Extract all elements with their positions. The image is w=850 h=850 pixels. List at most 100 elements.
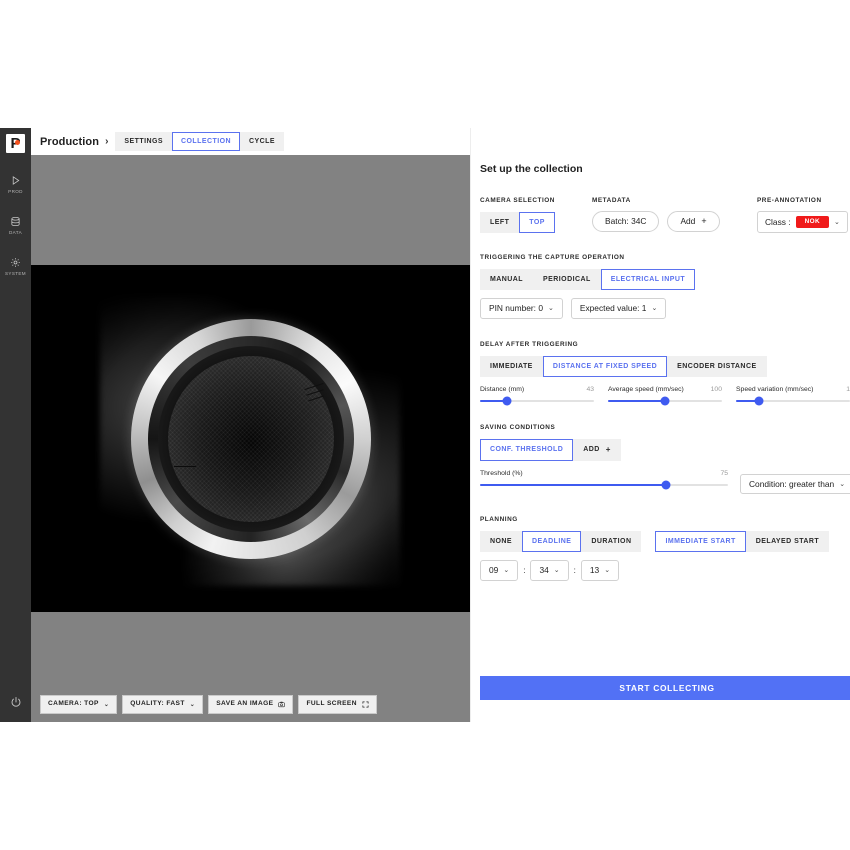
- delay-option-distance-at-fixed-speed[interactable]: DISTANCE AT FIXED SPEED: [543, 356, 667, 377]
- breadcrumb: Production: [40, 136, 99, 148]
- start-collecting-button[interactable]: START COLLECTING: [480, 676, 850, 700]
- pin-number-select[interactable]: PIN number: 0 ⌄: [480, 298, 563, 318]
- speed-variation-slider[interactable]: Speed variation (mm/sec) 1: [736, 386, 850, 402]
- camera-select-button[interactable]: CAMERA: TOP ⌄: [40, 695, 117, 714]
- chevron-down-icon: ⌄: [604, 567, 610, 574]
- metadata-add-label: Add: [680, 217, 695, 225]
- top-bar: Production › SETTINGS COLLECTION CYCLE: [31, 128, 470, 155]
- application-window: P PROD DATA: [0, 128, 850, 722]
- planning-option-none[interactable]: NONE: [480, 531, 522, 552]
- camera-selection-label: CAMERA SELECTION: [480, 197, 592, 204]
- metadata-batch-chip[interactable]: Batch: 34C: [592, 211, 659, 232]
- sidebar-item-prod-label: PROD: [8, 189, 23, 194]
- power-icon: [10, 696, 22, 708]
- left-nav-rail: P PROD DATA: [0, 128, 31, 722]
- delay-group: DELAY AFTER TRIGGERING IMMEDIATE DISTANC…: [480, 341, 850, 402]
- threshold-slider-knob[interactable]: [662, 480, 671, 489]
- logo-dot-icon: [15, 140, 20, 145]
- power-button[interactable]: [0, 696, 31, 708]
- sidebar-item-data-label: DATA: [9, 230, 22, 235]
- time-separator-2: :: [574, 566, 576, 575]
- trigger-option-manual[interactable]: MANUAL: [480, 269, 533, 290]
- camera-selection-group: CAMERA SELECTION LEFT TOP: [480, 197, 592, 233]
- metadata-label: METADATA: [592, 197, 757, 204]
- condition-select[interactable]: Condition: greater than ⌄: [740, 474, 850, 494]
- trigger-option-periodical[interactable]: PERIODICAL: [533, 269, 601, 290]
- camera-live-view[interactable]: CAMERA: TOP ⌄ QUALITY: FAST ⌄ SAVE AN IM…: [31, 155, 470, 722]
- saving-add-label: ADD: [583, 446, 600, 453]
- distance-slider-value: 43: [586, 386, 594, 393]
- page-title: Set up the collection: [480, 163, 850, 175]
- chevron-down-icon: ⌄: [834, 219, 840, 226]
- sidebar-item-system[interactable]: SYSTEM: [0, 257, 31, 276]
- planning-start-options: IMMEDIATE START DELAYED START: [655, 531, 829, 552]
- sidebar-item-prod[interactable]: PROD: [0, 175, 31, 194]
- app-logo[interactable]: P: [6, 134, 25, 153]
- threshold-slider-track[interactable]: [480, 484, 728, 486]
- average-speed-slider-value: 100: [711, 386, 722, 393]
- status-badge: NOK: [796, 216, 829, 228]
- quality-select-button[interactable]: QUALITY: FAST ⌄: [122, 695, 203, 714]
- planning-option-immediate-start[interactable]: IMMEDIATE START: [655, 531, 745, 552]
- metadata-batch-value: Batch: 34C: [605, 217, 646, 225]
- threshold-slider[interactable]: Threshold (%) 75: [480, 470, 728, 486]
- pre-annotation-class-select[interactable]: Class : NOK ⌄: [757, 211, 848, 233]
- expand-icon: [362, 701, 369, 708]
- delay-option-immediate[interactable]: IMMEDIATE: [480, 356, 543, 377]
- average-speed-slider-knob[interactable]: [661, 396, 670, 405]
- hours-value: 09: [489, 566, 498, 574]
- speed-variation-slider-label: Speed variation (mm/sec): [736, 386, 813, 393]
- distance-slider-track[interactable]: [480, 400, 594, 402]
- distance-slider[interactable]: Distance (mm) 43: [480, 386, 594, 402]
- average-speed-slider-label: Average speed (mm/sec): [608, 386, 684, 393]
- seconds-select[interactable]: 13 ⌄: [581, 560, 619, 580]
- chevron-down-icon: ⌄: [190, 702, 195, 708]
- save-an-image-button[interactable]: SAVE AN IMAGE: [208, 695, 293, 714]
- pin-number-value: PIN number: 0: [489, 304, 543, 312]
- speed-variation-slider-track[interactable]: [736, 400, 850, 402]
- full-screen-label: FULL SCREEN: [306, 701, 356, 708]
- hours-select[interactable]: 09 ⌄: [480, 560, 518, 580]
- planning-option-deadline[interactable]: DEADLINE: [522, 531, 581, 552]
- triggering-label: TRIGGERING THE CAPTURE OPERATION: [480, 254, 850, 261]
- distance-slider-knob[interactable]: [503, 396, 512, 405]
- threshold-slider-label: Threshold (%): [480, 470, 523, 477]
- class-label: Class :: [765, 218, 791, 226]
- pre-annotation-label: PRE-ANNOTATION: [757, 197, 850, 204]
- full-screen-button[interactable]: FULL SCREEN: [298, 695, 376, 714]
- chevron-down-icon: ⌄: [839, 481, 845, 488]
- threshold-slider-fill: [480, 484, 666, 486]
- expected-value-select[interactable]: Expected value: 1 ⌄: [571, 298, 666, 318]
- average-speed-slider-track[interactable]: [608, 400, 722, 402]
- seconds-value: 13: [590, 566, 599, 574]
- metadata-add-button[interactable]: Add +: [667, 211, 719, 232]
- save-an-image-label: SAVE AN IMAGE: [216, 701, 273, 708]
- quality-select-label: QUALITY: FAST: [130, 701, 185, 708]
- chevron-down-icon: ⌄: [104, 702, 109, 708]
- sidebar-item-data[interactable]: DATA: [0, 216, 31, 235]
- tab-settings[interactable]: SETTINGS: [115, 132, 172, 151]
- camera-option-left[interactable]: LEFT: [480, 212, 519, 233]
- average-speed-slider[interactable]: Average speed (mm/sec) 100: [608, 386, 722, 402]
- captured-image: [31, 265, 470, 612]
- image-vignette: [31, 265, 470, 612]
- tab-cycle[interactable]: CYCLE: [240, 132, 284, 151]
- speed-variation-slider-knob[interactable]: [754, 396, 763, 405]
- delay-option-encoder-distance[interactable]: ENCODER DISTANCE: [667, 356, 766, 377]
- saving-add-button[interactable]: ADD +: [573, 439, 621, 461]
- chevron-down-icon: ⌄: [651, 305, 657, 312]
- minutes-select[interactable]: 34 ⌄: [530, 560, 568, 580]
- planning-option-duration[interactable]: DURATION: [581, 531, 641, 552]
- play-triangle-icon: [10, 175, 21, 186]
- chevron-down-icon: ⌄: [548, 305, 554, 312]
- tab-collection[interactable]: COLLECTION: [172, 132, 240, 151]
- saving-conditions-group: SAVING CONDITIONS CONF. THRESHOLD ADD + …: [480, 424, 850, 494]
- chevron-down-icon: ⌄: [554, 567, 560, 574]
- planning-option-delayed-start[interactable]: DELAYED START: [746, 531, 829, 552]
- triggering-group: TRIGGERING THE CAPTURE OPERATION MANUAL …: [480, 254, 850, 318]
- gear-icon: [10, 257, 21, 268]
- trigger-option-electrical-input[interactable]: ELECTRICAL INPUT: [601, 269, 695, 290]
- saving-option-conf-threshold[interactable]: CONF. THRESHOLD: [480, 439, 573, 461]
- main-tabs: SETTINGS COLLECTION CYCLE: [115, 132, 284, 151]
- camera-option-top[interactable]: TOP: [519, 212, 555, 233]
